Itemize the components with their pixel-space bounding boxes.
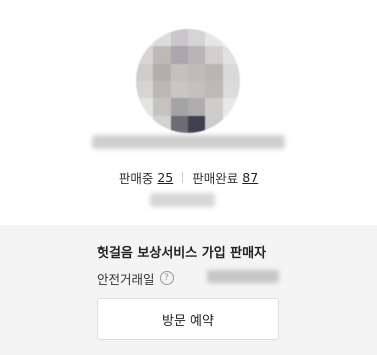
- seller-name-redacted: [92, 135, 285, 149]
- sales-stats: 판매중 25 판매완료 87: [0, 167, 377, 187]
- sold-label: 판매완료: [192, 170, 239, 186]
- seller-profile: 판매중 25 판매완료 87: [0, 0, 377, 225]
- question-circle-icon[interactable]: ?: [159, 271, 174, 285]
- safe-trade-value-redacted: [207, 270, 279, 283]
- trust-panel: 헛걸음 보상서비스 가입 판매자 안전거래일 ? 방문 예약: [0, 225, 377, 355]
- selling-label: 판매중: [118, 170, 154, 186]
- safe-trade-row: 안전거래일 ?: [97, 269, 174, 287]
- safe-trade-label: 안전거래일: [97, 271, 155, 287]
- seller-avatar[interactable]: [136, 29, 240, 133]
- trust-title: 헛걸음 보상서비스 가입 판매자: [97, 246, 267, 261]
- selling-count-link[interactable]: 25: [157, 170, 173, 185]
- seller-subinfo-redacted: [150, 193, 215, 207]
- stats-divider: [182, 171, 184, 183]
- visit-reservation-button[interactable]: 방문 예약: [97, 298, 279, 340]
- sold-count-link[interactable]: 87: [242, 170, 258, 185]
